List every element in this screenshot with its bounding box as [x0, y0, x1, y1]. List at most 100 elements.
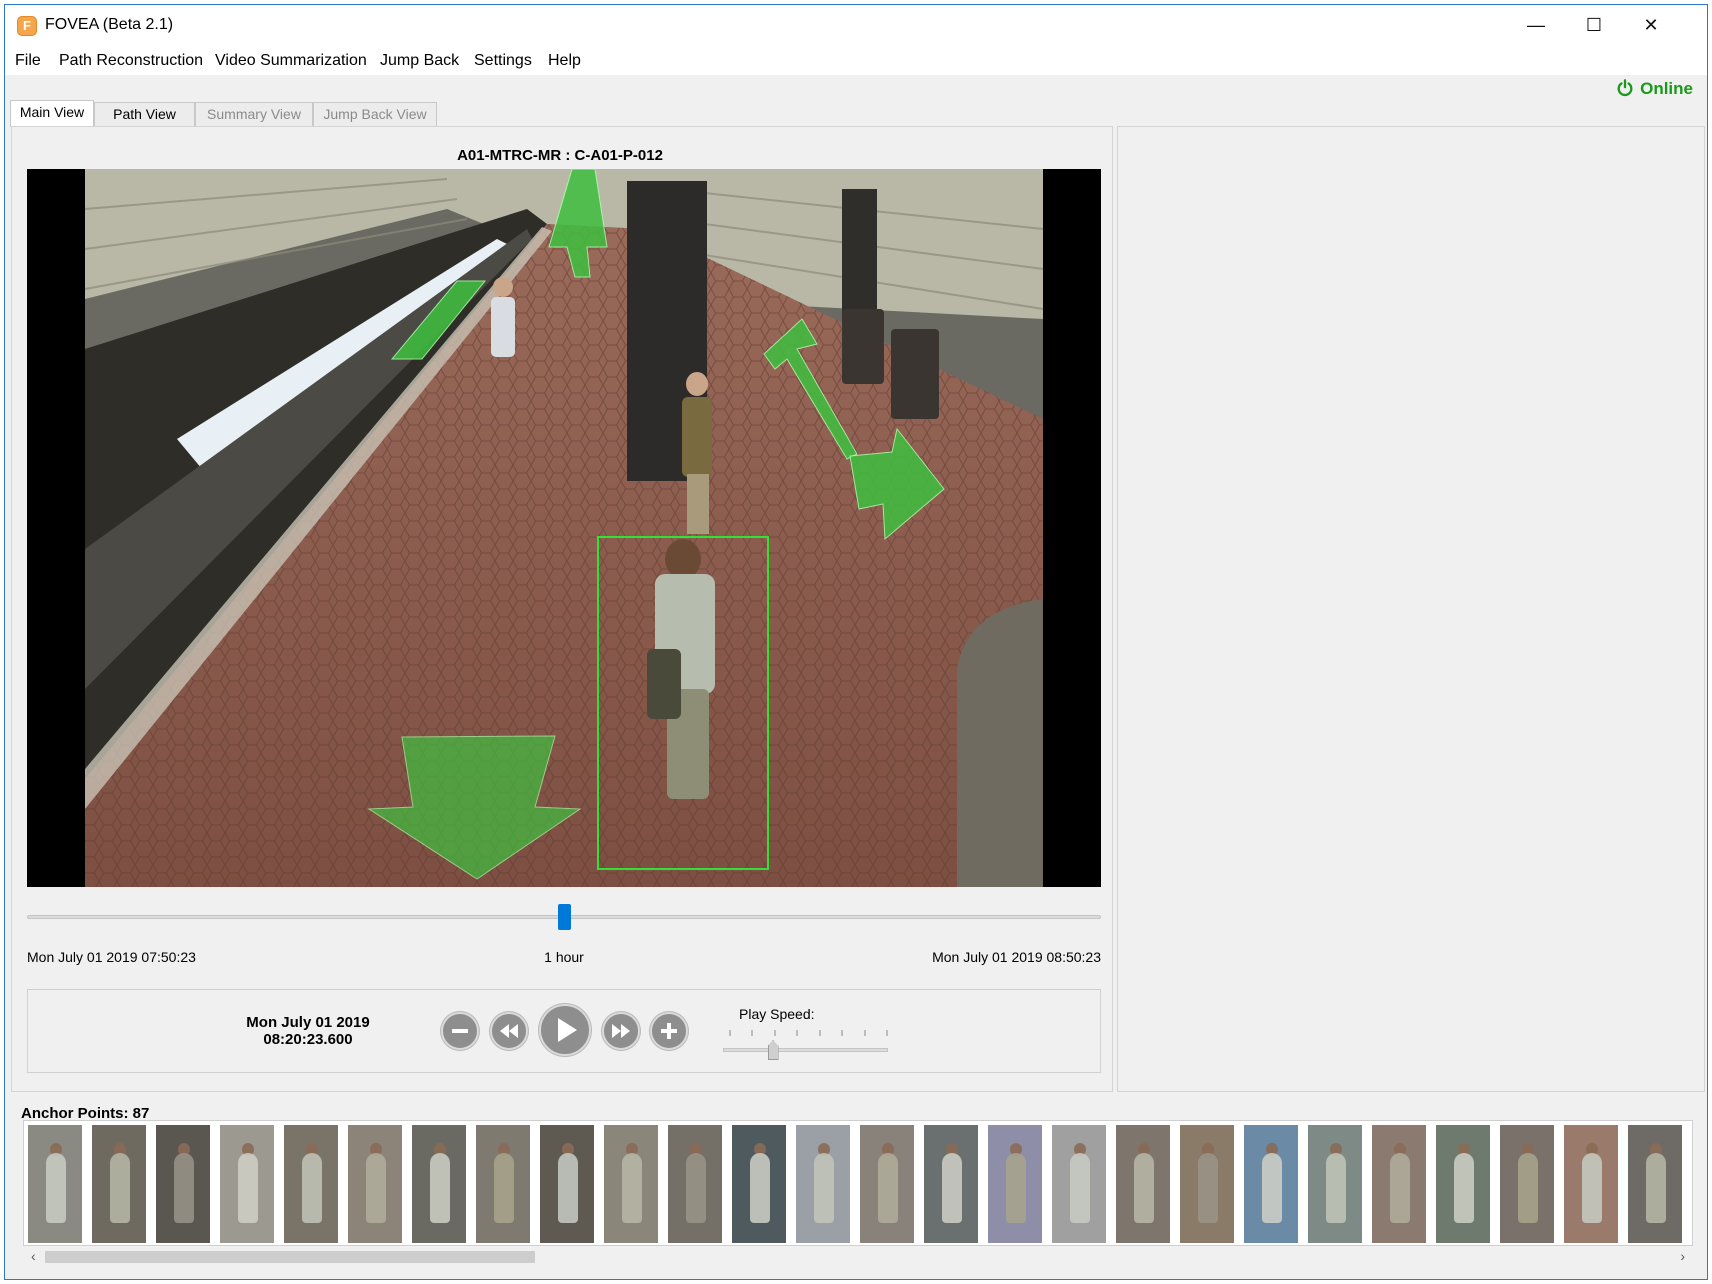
video-frame: [84, 169, 1044, 887]
person-figure: [942, 1153, 962, 1223]
anchor-thumbnail[interactable]: [1564, 1125, 1620, 1243]
anchor-thumbnail[interactable]: [284, 1125, 340, 1243]
scrollbar-thumb[interactable]: [45, 1251, 535, 1263]
scroll-left-icon[interactable]: ‹: [31, 1247, 36, 1265]
maximize-button[interactable]: ☐: [1565, 5, 1623, 45]
person-figure: [238, 1153, 258, 1223]
anchor-thumbnail[interactable]: [28, 1125, 84, 1243]
anchor-thumbnail[interactable]: [1052, 1125, 1108, 1243]
main-view-panel: A01-MTRC-MR : C-A01-P-012 Mon July 01 20…: [11, 126, 1113, 1092]
scroll-right-icon[interactable]: ›: [1680, 1247, 1685, 1265]
anchor-thumbnail[interactable]: [1436, 1125, 1492, 1243]
anchor-thumbnail[interactable]: [988, 1125, 1044, 1243]
anchor-thumbnail-strip: [23, 1120, 1693, 1246]
person-figure: [622, 1153, 642, 1223]
rewind-button[interactable]: [490, 1012, 528, 1050]
person-figure: [110, 1153, 130, 1223]
person-figure: [430, 1153, 450, 1223]
person-figure: [366, 1153, 386, 1223]
connection-status: Online: [1616, 79, 1693, 99]
current-date: Mon July 01 2019: [246, 1014, 370, 1031]
anchor-thumbnail[interactable]: [476, 1125, 532, 1243]
anchor-thumbnail[interactable]: [732, 1125, 788, 1243]
tab-main-view[interactable]: Main View: [10, 100, 94, 127]
person-figure: [686, 1153, 706, 1223]
menu-settings[interactable]: Settings: [474, 52, 532, 70]
anchor-thumbnail[interactable]: [924, 1125, 980, 1243]
minus-icon: [452, 1029, 468, 1033]
person-figure: [1646, 1153, 1666, 1223]
person-figure: [1518, 1153, 1538, 1223]
play-button[interactable]: [539, 1004, 591, 1056]
person-figure: [1262, 1153, 1282, 1223]
side-panel: [1117, 126, 1705, 1092]
anchor-thumbnail[interactable]: [1116, 1125, 1172, 1243]
zoom-out-button[interactable]: [441, 1012, 479, 1050]
anchor-thumbnail[interactable]: [412, 1125, 468, 1243]
title-bar: F FOVEA (Beta 2.1) — ☐ ✕: [5, 5, 1707, 45]
menu-video-summarization[interactable]: Video Summarization: [215, 52, 367, 70]
person-figure: [46, 1153, 66, 1223]
person-figure: [558, 1153, 578, 1223]
status-label: Online: [1640, 79, 1693, 98]
person-figure: [1582, 1153, 1602, 1223]
anchor-thumbnail[interactable]: [156, 1125, 212, 1243]
fast-forward-button[interactable]: [602, 1012, 640, 1050]
power-icon: [1617, 79, 1633, 97]
anchor-thumbnail[interactable]: [540, 1125, 596, 1243]
person-figure: [302, 1153, 322, 1223]
plus-icon: [661, 1023, 677, 1039]
person-figure: [494, 1153, 514, 1223]
person-figure: [1390, 1153, 1410, 1223]
anchor-thumbnail[interactable]: [604, 1125, 660, 1243]
zoom-in-button[interactable]: [650, 1012, 688, 1050]
fast-forward-icon: [612, 1024, 630, 1038]
thumbnail-scrollbar[interactable]: ‹ ›: [23, 1247, 1693, 1265]
camera-title: A01-MTRC-MR : C-A01-P-012: [457, 147, 663, 164]
anchor-thumbnail[interactable]: [796, 1125, 852, 1243]
timeline-end-label: Mon July 01 2019 08:50:23: [932, 949, 1101, 965]
app-logo-icon: F: [17, 16, 37, 36]
anchor-thumbnail[interactable]: [1180, 1125, 1236, 1243]
anchor-thumbnail[interactable]: [668, 1125, 724, 1243]
anchor-thumbnail[interactable]: [1372, 1125, 1428, 1243]
app-window: F FOVEA (Beta 2.1) — ☐ ✕ File Path Recon…: [4, 4, 1708, 1280]
person-figure: [750, 1153, 770, 1223]
person-figure: [1006, 1153, 1026, 1223]
anchor-thumbnail[interactable]: [348, 1125, 404, 1243]
play-speed-label: Play Speed:: [739, 1006, 815, 1022]
play-speed-ticks: [729, 1030, 888, 1036]
menu-path-reconstruction[interactable]: Path Reconstruction: [59, 52, 203, 70]
tab-jump-back-view[interactable]: Jump Back View: [313, 102, 437, 126]
person-figure: [1198, 1153, 1218, 1223]
menu-file[interactable]: File: [15, 52, 41, 70]
window-title: FOVEA (Beta 2.1): [45, 16, 174, 33]
anchor-thumbnail[interactable]: [860, 1125, 916, 1243]
person-figure: [1454, 1153, 1474, 1223]
play-speed-slider-handle[interactable]: [767, 1040, 779, 1060]
person-figure: [814, 1153, 834, 1223]
person-figure: [1326, 1153, 1346, 1223]
person-figure: [1070, 1153, 1090, 1223]
tab-summary-view[interactable]: Summary View: [195, 102, 313, 126]
person-figure: [878, 1153, 898, 1223]
anchor-thumbnail[interactable]: [1628, 1125, 1684, 1243]
minimize-button[interactable]: —: [1507, 5, 1565, 45]
tab-path-view[interactable]: Path View: [94, 102, 195, 126]
anchor-thumbnail[interactable]: [1244, 1125, 1300, 1243]
menu-jump-back[interactable]: Jump Back: [380, 52, 459, 70]
current-timestamp: Mon July 01 2019 08:20:23.600: [188, 1014, 428, 1048]
anchor-thumbnail[interactable]: [1308, 1125, 1364, 1243]
anchor-thumbnail[interactable]: [92, 1125, 148, 1243]
video-player[interactable]: [27, 169, 1101, 887]
rewind-icon: [500, 1024, 518, 1038]
anchor-thumbnail[interactable]: [220, 1125, 276, 1243]
current-time: 08:20:23.600: [263, 1031, 353, 1048]
play-icon: [558, 1018, 577, 1042]
play-speed-slider-track[interactable]: [723, 1048, 888, 1052]
close-button[interactable]: ✕: [1622, 5, 1680, 45]
anchor-thumbnail[interactable]: [1500, 1125, 1556, 1243]
menu-help[interactable]: Help: [548, 52, 581, 70]
timeline-slider-handle[interactable]: [557, 904, 571, 930]
playback-controls: Mon July 01 2019 08:20:23.600 Play Speed…: [27, 989, 1101, 1073]
